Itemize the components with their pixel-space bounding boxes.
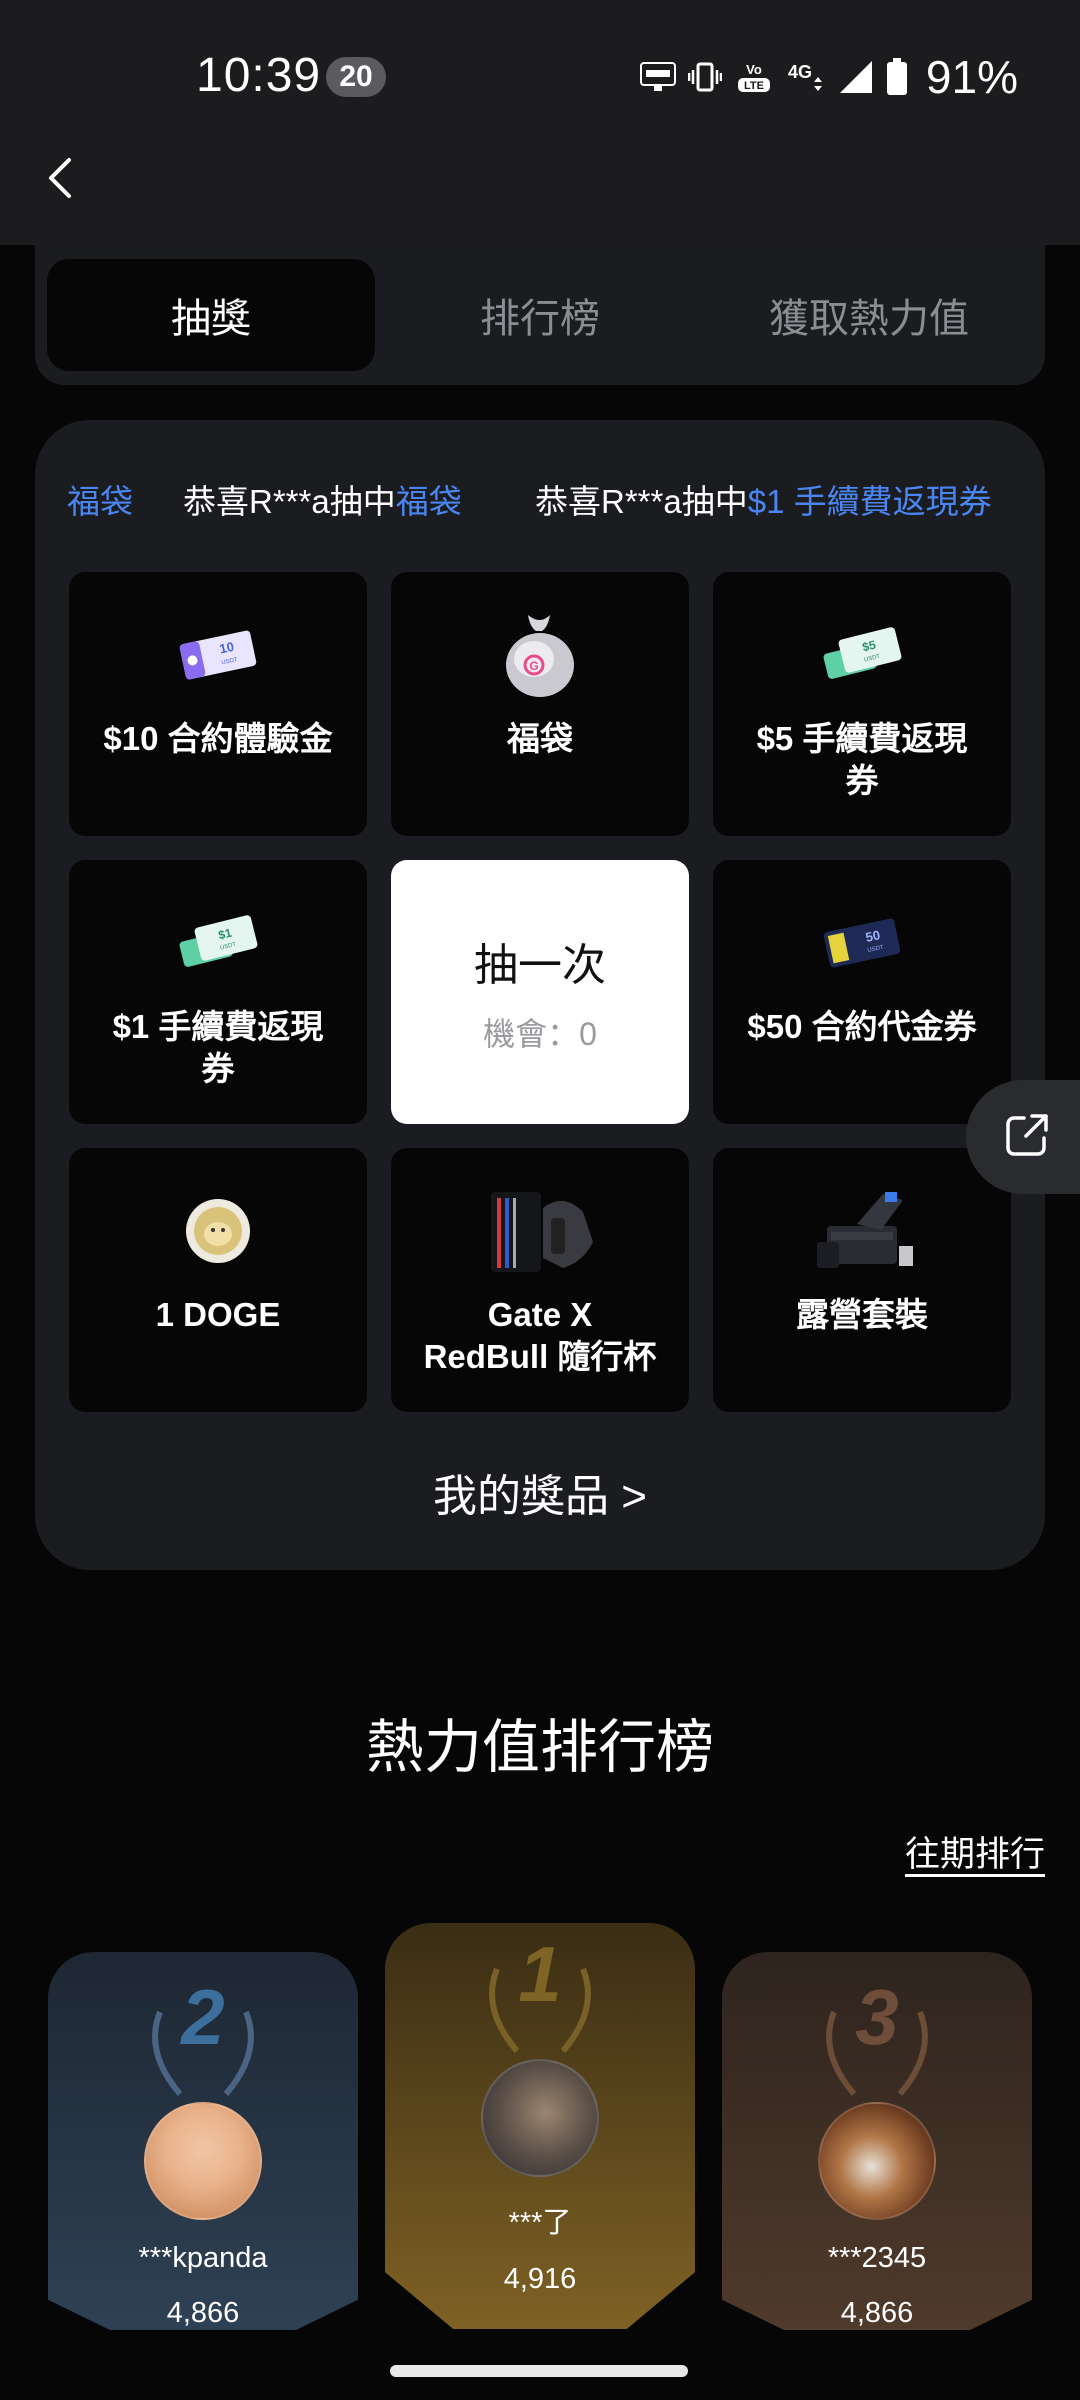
- cashback-1-icon: $1 USDT: [163, 898, 273, 988]
- svg-text:LTE: LTE: [744, 80, 764, 92]
- avatar: [481, 2059, 599, 2177]
- app-bar: [0, 150, 1080, 245]
- lottery-card: 福袋 恭喜R***a抽中福袋 恭喜R***a抽中$1 手續費返現券 10 USD…: [35, 420, 1045, 1570]
- share-button[interactable]: [966, 1080, 1080, 1194]
- prize-label: $1 手續費返現券: [112, 1008, 324, 1087]
- tab-earn-heat[interactable]: 獲取熱力值: [705, 259, 1033, 371]
- prize-cell: Gate X RedBull 隨行杯: [391, 1148, 689, 1412]
- prize-label: 福袋: [507, 720, 573, 757]
- share-external-icon: [1004, 1112, 1050, 1163]
- auto-hz-icon: [639, 62, 676, 92]
- ranking-title: 熱力值排行榜: [365, 1715, 714, 1780]
- past-rankings-link[interactable]: 往期排行: [905, 1826, 1045, 1877]
- volte-icon: Vo LTE: [734, 60, 774, 94]
- user-score: 4,866: [166, 2297, 240, 2329]
- home-indicator[interactable]: [390, 2365, 688, 2377]
- tab-leaderboard[interactable]: 排行榜: [376, 259, 704, 371]
- tab-bar: 抽獎 排行榜 獲取熱力值: [35, 245, 1045, 385]
- user-name: ***了: [508, 2207, 572, 2239]
- avatar: [144, 2102, 262, 2220]
- signal-icon: [838, 59, 874, 95]
- svg-text:10: 10: [218, 639, 235, 657]
- svg-text:G: G: [529, 659, 538, 673]
- voucher-50-icon: 50 USDT: [807, 898, 917, 988]
- notification-count-badge: 20: [326, 57, 386, 97]
- chevron-left-icon: [45, 156, 75, 205]
- vibrate-icon: [687, 62, 722, 92]
- podium-first: 1 ***了 4,916: [385, 1923, 695, 2329]
- clock: 10:39: [196, 49, 322, 102]
- prize-label: $50 合約代金券: [747, 1008, 977, 1045]
- doge-coin-icon: [163, 1186, 273, 1276]
- avatar: [818, 2102, 936, 2220]
- prize-cell: $1 USDT $1 手續費返現券: [69, 860, 367, 1124]
- svg-text:Vo: Vo: [746, 62, 762, 77]
- lucky-bag-icon: G: [485, 610, 595, 700]
- podium-third: 3 ***2345 4,866: [722, 1952, 1032, 2330]
- ticket-10-usdt-icon: 10 USDT: [163, 610, 273, 700]
- prize-label: $10 合約體驗金: [103, 720, 333, 757]
- laurel-icon: [152, 2010, 254, 2096]
- battery-icon: [886, 58, 908, 96]
- prize-label: 露營套裝: [796, 1296, 928, 1333]
- prize-cell: G 福袋: [391, 572, 689, 836]
- user-name: ***kpanda: [138, 2242, 268, 2274]
- prize-cell: 10 USDT $10 合約體驗金: [69, 572, 367, 836]
- ticker-item: 恭喜R***a抽中$1 手續費返現券: [535, 483, 992, 520]
- user-name: ***2345: [827, 2242, 927, 2274]
- user-score: 4,916: [503, 2263, 577, 2295]
- 4g-icon: 4G: [786, 60, 826, 94]
- draw-once-button[interactable]: 抽一次 機會：0: [391, 860, 689, 1124]
- draw-chances: 機會：0: [483, 1016, 597, 1052]
- cashback-5-icon: $5 USDT: [807, 610, 917, 700]
- ticker-item: 福袋: [67, 483, 133, 520]
- back-button[interactable]: [30, 150, 90, 210]
- status-bar: 10:39 20 Vo LTE 4G 91%: [0, 0, 1080, 150]
- prize-label: Gate X RedBull 隨行杯: [423, 1296, 657, 1375]
- svg-text:4G: 4G: [788, 62, 812, 82]
- tumbler-icon: [485, 1186, 595, 1276]
- prize-cell: 露營套裝: [713, 1148, 1011, 1412]
- prize-label: 1 DOGE: [155, 1296, 281, 1333]
- battery-percent: 91%: [925, 51, 1018, 103]
- draw-title: 抽一次: [474, 941, 606, 990]
- prize-label: $5 手續費返現券: [756, 720, 968, 799]
- camping-set-icon: [807, 1186, 917, 1276]
- podium-second: 2 ***kpanda 4,866: [48, 1952, 358, 2330]
- ticker-item: 恭喜R***a抽中福袋: [183, 483, 462, 520]
- tab-lottery[interactable]: 抽獎: [47, 259, 375, 371]
- prize-cell: 1 DOGE: [69, 1148, 367, 1412]
- prize-cell: $5 USDT $5 手續費返現券: [713, 572, 1011, 836]
- prize-cell: 50 USDT $50 合約代金券: [713, 860, 1011, 1124]
- my-prizes-link[interactable]: 我的獎品 >: [35, 1460, 1045, 1524]
- laurel-icon: [826, 2010, 928, 2096]
- svg-text:50: 50: [864, 927, 881, 945]
- laurel-icon: [489, 1967, 591, 2053]
- winner-ticker: 福袋 恭喜R***a抽中福袋 恭喜R***a抽中$1 手續費返現券: [35, 472, 1045, 532]
- user-score: 4,866: [840, 2297, 914, 2329]
